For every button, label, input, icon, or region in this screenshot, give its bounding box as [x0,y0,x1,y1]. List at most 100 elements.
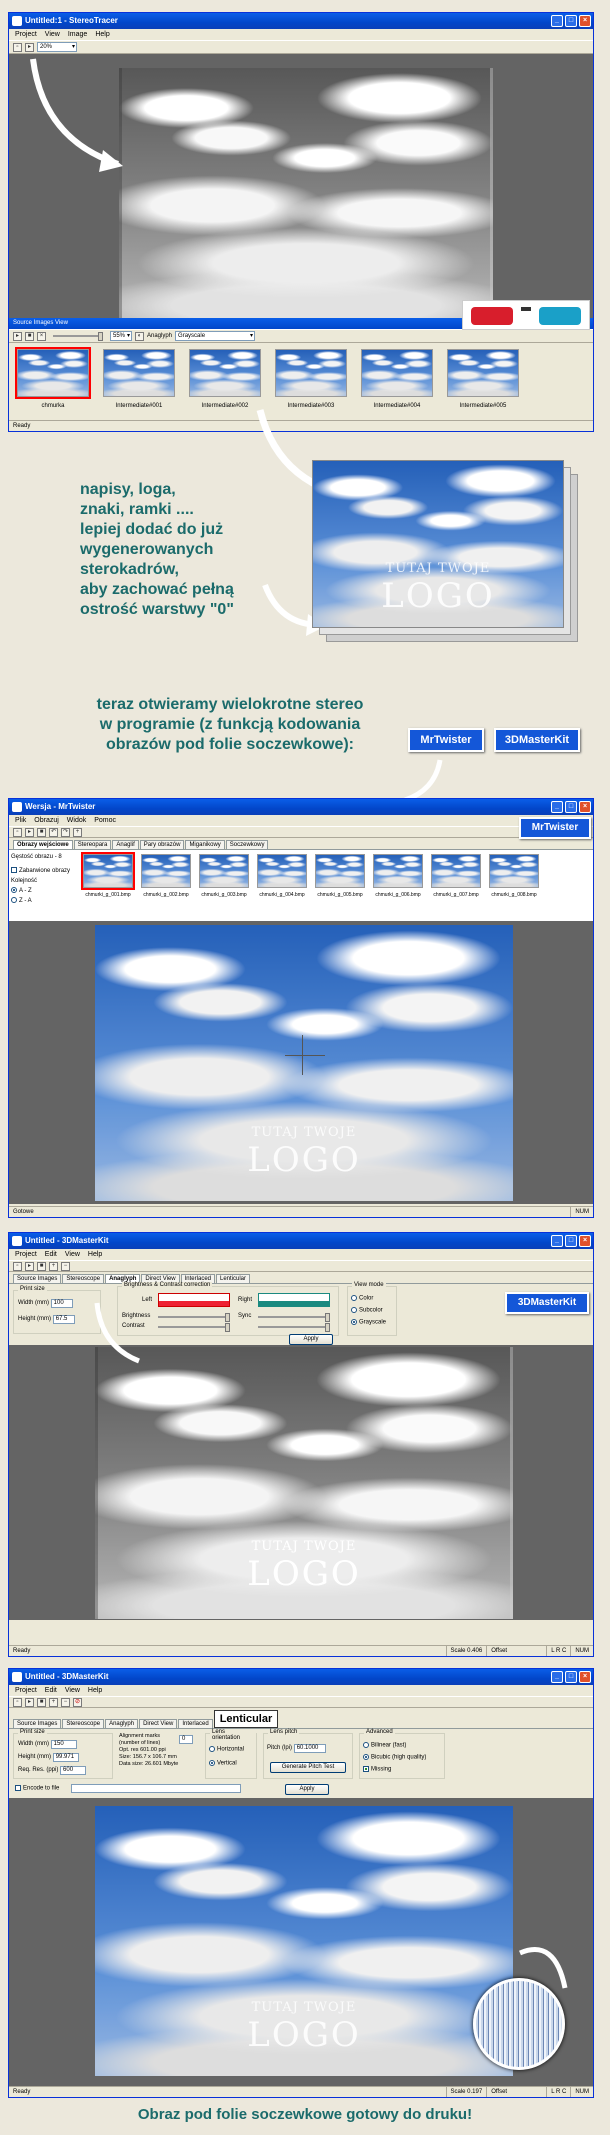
panel-zoom-combo[interactable]: 55% [110,331,132,341]
brightness-slider[interactable] [158,1313,230,1322]
tab-interlaced[interactable]: Interlaced [178,1719,213,1728]
zoom-combo[interactable]: 20% [37,42,77,52]
pitch-input[interactable]: 60.1000 [293,1744,326,1753]
color-radio[interactable]: Color [351,1295,373,1302]
minimize-button[interactable]: _ [551,801,563,813]
thumbnail-item[interactable]: chmurki_g_005.bmp [315,854,365,898]
zoom-in-icon[interactable]: + [49,1697,58,1707]
save-icon[interactable]: ■ [37,1261,46,1271]
thumbnail-item[interactable]: chmurki_g_004.bmp [257,854,307,898]
delete-icon[interactable]: × [37,331,46,341]
missing-check[interactable]: Missing [363,1766,391,1773]
minimize-button[interactable]: _ [551,1671,563,1683]
menu-image[interactable]: Image [68,29,87,40]
horizontal-radio[interactable]: Horizontal [209,1746,244,1753]
thumbnail-item[interactable]: chmurki_g_001.bmp [81,852,135,898]
vertical-radio[interactable]: Vertical [209,1760,237,1767]
new-icon[interactable]: ▫ [13,1261,22,1271]
menu-help[interactable]: Help [88,1685,102,1696]
menu-view[interactable]: View [45,29,60,40]
menu-view[interactable]: Widok [67,815,86,826]
res-input[interactable]: 600 [60,1766,87,1775]
height-input[interactable]: 99.971 [52,1753,79,1762]
zoom-in-icon[interactable]: + [49,1261,58,1271]
right-contrast-slider[interactable] [258,1323,330,1332]
tab-image-pairs[interactable]: Pary obrazów [139,840,185,849]
anaglyph-icon[interactable]: ◐ [135,331,144,341]
thumbnail-item[interactable]: Intermediate#001 [103,349,175,409]
menu-project[interactable]: Project [15,29,37,40]
alignment-input[interactable]: 0 [179,1735,193,1744]
thumbnail-item[interactable]: chmurki_g_006.bmp [373,854,423,898]
thumbnail-item[interactable]: chmurki_g_002.bmp [141,854,191,898]
tab-blinking[interactable]: Miganikowy [185,840,225,849]
undo-icon[interactable]: ↶ [49,827,58,837]
tab-stereopair[interactable]: Stereopara [73,840,112,849]
contrast-slider[interactable] [158,1323,230,1332]
menu-help[interactable]: Pomoc [94,815,116,826]
bicubic-radio[interactable]: Bicubic (high quality) [363,1754,426,1761]
tab-source-images[interactable]: Source Images [13,1274,62,1283]
close-button[interactable]: × [579,15,591,27]
new-icon[interactable]: ▫ [13,42,22,52]
zoom-slider[interactable] [53,332,103,341]
bilinear-radio[interactable]: Bilinear (fast) [363,1742,406,1749]
thumbnail-item[interactable]: Intermediate#005 [447,349,519,409]
apply-button[interactable]: Apply [285,1784,329,1795]
zoom-out-icon[interactable]: − [61,1697,70,1707]
save-icon[interactable]: ■ [37,827,46,837]
tab-stereoscope[interactable]: Stereoscope [62,1274,105,1283]
right-brightness-slider[interactable] [258,1313,330,1322]
folder-icon[interactable]: ▸ [13,331,22,341]
thumbnail-item[interactable]: chmurki_g_008.bmp [489,854,539,898]
menu-edit[interactable]: Edit [45,1249,57,1260]
save-icon[interactable]: ■ [25,331,34,341]
subcolor-radio[interactable]: Subcolor [351,1307,383,1314]
menu-view[interactable]: View [65,1249,80,1260]
thumbnail-item[interactable]: chmurki_g_003.bmp [199,854,249,898]
apply-button[interactable]: Apply [289,1334,333,1345]
tab-direct-view[interactable]: Direct View [139,1719,178,1728]
open-icon[interactable]: ▸ [25,827,34,837]
close-button[interactable]: × [579,1235,591,1247]
encode-path-input[interactable] [71,1784,241,1793]
encode-check[interactable]: Encode to file [15,1785,59,1792]
menu-file[interactable]: Plik [15,815,26,826]
save-icon[interactable]: ■ [37,1697,46,1707]
anaglyph-mode-combo[interactable]: Grayscale [175,331,256,341]
maximize-button[interactable]: □ [565,801,577,813]
order-az-radio[interactable]: A - Z [11,886,81,896]
redo-icon[interactable]: ↷ [61,827,70,837]
menu-project[interactable]: Project [15,1685,37,1696]
open-icon[interactable]: ▸ [25,42,34,52]
generate-pitch-test-button[interactable]: Generate Pitch Test [270,1762,346,1773]
tab-anaglyph[interactable]: Anaglyph [105,1719,139,1728]
thumbnail-item[interactable]: chmurki_g_007.bmp [431,854,481,898]
cancel-icon[interactable]: ⊘ [73,1697,82,1707]
tab-anaglyph[interactable]: Anaglif [112,840,139,849]
menu-process[interactable]: Obrazuj [34,815,59,826]
open-icon[interactable]: ▸ [25,1261,34,1271]
menu-help[interactable]: Help [88,1249,102,1260]
width-input[interactable]: 100 [50,1299,73,1308]
tab-lenticular[interactable]: Lenticular [213,1710,279,1728]
zoom-icon[interactable]: + [73,827,82,837]
zoom-out-icon[interactable]: − [61,1261,70,1271]
maximize-button[interactable]: □ [565,1235,577,1247]
tab-stereoscope[interactable]: Stereoscope [62,1719,105,1728]
minimize-button[interactable]: _ [551,15,563,27]
menu-view[interactable]: View [65,1685,80,1696]
maximize-button[interactable]: □ [565,1671,577,1683]
thumbnail-item[interactable]: chmurka [15,347,91,409]
tab-lenticular[interactable]: Lenticular [216,1274,251,1283]
tab-input-images[interactable]: Obrazy wejściowe [13,840,73,849]
minimize-button[interactable]: _ [551,1235,563,1247]
tinted-check[interactable]: Zabarwione obrazy [11,866,81,876]
menu-project[interactable]: Project [15,1249,37,1260]
height-input[interactable]: 67.5 [52,1315,75,1324]
tab-lenticular[interactable]: Soczewkowy [225,840,269,849]
new-icon[interactable]: ▫ [13,827,22,837]
open-icon[interactable]: ▸ [25,1697,34,1707]
new-icon[interactable]: ▫ [13,1697,22,1707]
width-input[interactable]: 150 [50,1740,77,1749]
